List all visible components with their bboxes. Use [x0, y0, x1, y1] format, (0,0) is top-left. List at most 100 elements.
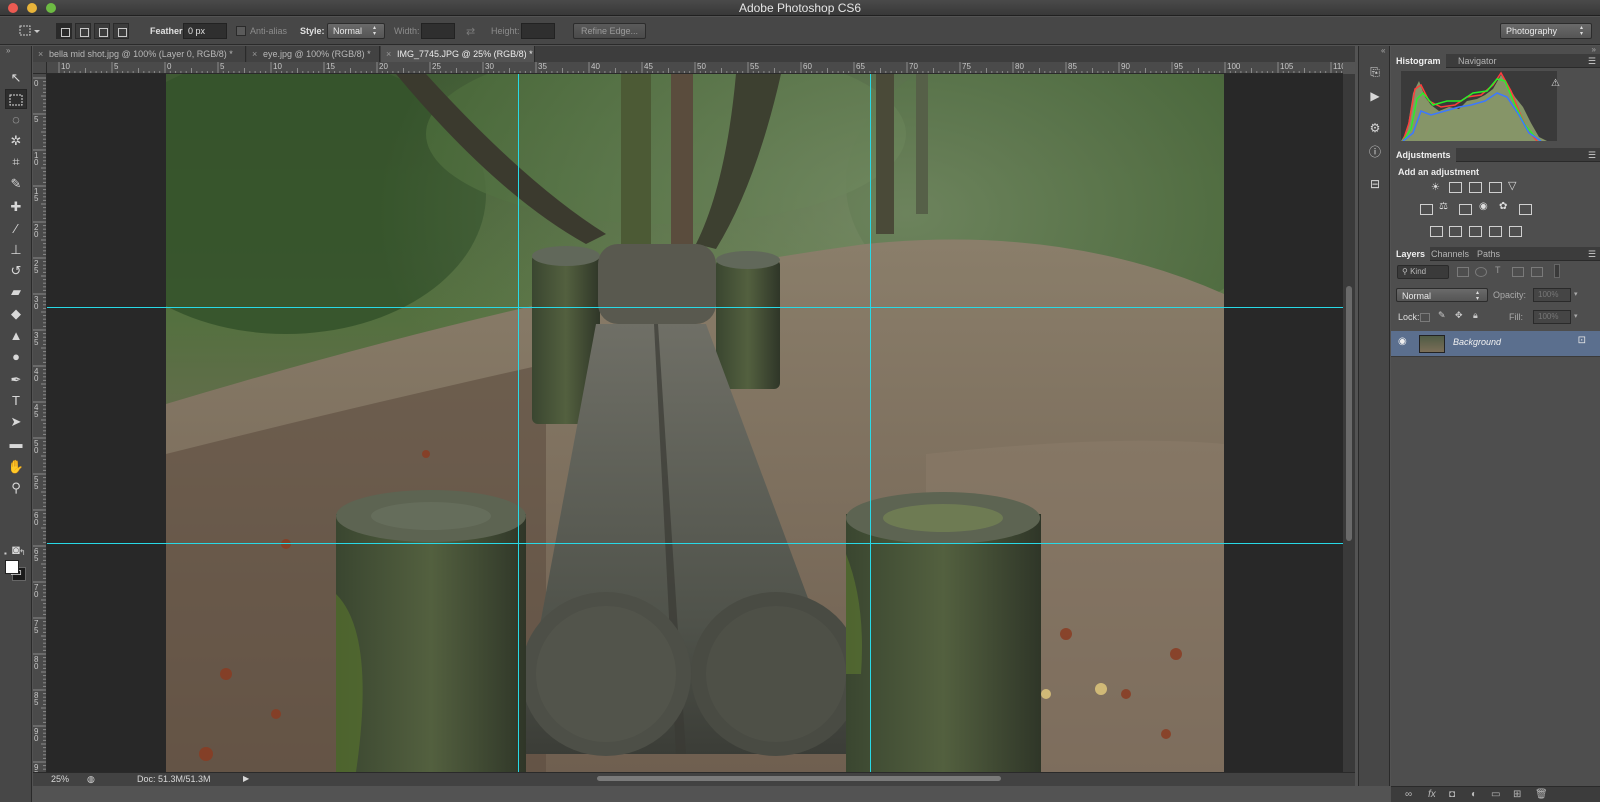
filter-shape-icon[interactable]	[1512, 267, 1524, 277]
clone-stamp-tool-icon[interactable]: ⊥	[5, 240, 27, 260]
curves-icon[interactable]	[1469, 182, 1482, 193]
info-panel-icon[interactable]: ⓘ	[1367, 144, 1383, 160]
zoom-tool-icon[interactable]: ⚲	[5, 478, 27, 498]
hue-saturation-icon[interactable]	[1420, 204, 1433, 215]
history-brush-tool-icon[interactable]: ↺	[5, 261, 27, 281]
guide-horizontal-bottom[interactable]	[47, 543, 1343, 544]
new-adjustment-layer-icon[interactable]: ◐	[1471, 789, 1477, 800]
guide-vertical-left[interactable]	[518, 74, 519, 772]
width-input[interactable]	[421, 23, 455, 39]
brightness-contrast-icon[interactable]: ☀	[1431, 182, 1440, 193]
vertical-scrollbar[interactable]	[1343, 74, 1355, 772]
fill-dropdown-icon[interactable]: ▾	[1574, 312, 1578, 320]
collapse-tools-icon[interactable]: »	[6, 46, 10, 55]
blend-mode-select[interactable]: Normal	[1396, 288, 1488, 302]
dodge-tool-icon[interactable]: ●	[5, 347, 27, 367]
filter-type-icon[interactable]: T	[1495, 265, 1501, 275]
healing-brush-tool-icon[interactable]: ✚	[5, 197, 27, 217]
workspace-select[interactable]: Photography	[1500, 23, 1592, 39]
filter-kind-select[interactable]: ⚲ Kind	[1397, 265, 1449, 279]
tool-presets-icon[interactable]: ⊟	[1367, 176, 1383, 192]
lasso-tool-icon[interactable]: ◌	[5, 110, 27, 130]
quick-selection-tool-icon[interactable]: ✲	[5, 131, 27, 151]
crop-tool-icon[interactable]: ⌗	[5, 152, 27, 172]
close-tab-icon[interactable]: ×	[386, 46, 391, 62]
channel-mixer-icon[interactable]: ✿	[1499, 201, 1507, 212]
visibility-eye-icon[interactable]: ◉	[1398, 336, 1407, 347]
tab-channels[interactable]: Channels	[1426, 247, 1474, 261]
layer-style-icon[interactable]: fx	[1428, 789, 1436, 800]
actions-panel-icon[interactable]: ▶	[1367, 88, 1383, 104]
path-selection-tool-icon[interactable]: ➤	[5, 412, 27, 432]
doc-tab-bella-mid-shot[interactable]: × bella mid shot.jpg @ 100% (Layer 0, RG…	[33, 46, 246, 62]
horizontal-ruler[interactable]: 10 5 0 5 10 15 20 25 30 35 40 45 50 55 60 65 70 75 80 85 90 9…	[47, 62, 1343, 74]
lock-position-icon[interactable]: ✥	[1455, 310, 1463, 321]
swap-dimensions-icon[interactable]: ⇄	[466, 25, 475, 38]
properties-panel-icon[interactable]: ⚙	[1367, 120, 1383, 136]
tab-layers[interactable]: Layers	[1391, 247, 1431, 261]
height-input[interactable]	[521, 23, 555, 39]
panel-menu-icon[interactable]: ☰	[1588, 247, 1596, 261]
brush-tool-icon[interactable]: ∕	[5, 219, 27, 239]
status-arrow-icon[interactable]: ▶	[243, 774, 249, 783]
feather-input[interactable]: 0 px	[183, 23, 227, 39]
zoom-level[interactable]: 25%	[51, 774, 69, 784]
ruler-origin[interactable]	[33, 62, 47, 74]
new-layer-icon[interactable]: ⊞	[1513, 789, 1521, 800]
black-white-icon[interactable]	[1459, 204, 1472, 215]
blur-tool-icon[interactable]: ▲	[5, 326, 27, 346]
eraser-tool-icon[interactable]: ▰	[5, 282, 27, 302]
close-tab-icon[interactable]: ×	[252, 46, 257, 62]
link-layers-icon[interactable]: ∞	[1405, 789, 1412, 800]
refine-edge-button[interactable]: Refine Edge...	[573, 23, 647, 39]
filter-smart-object-icon[interactable]	[1531, 267, 1543, 277]
vibrance-icon[interactable]: ▽	[1508, 179, 1516, 192]
hand-tool-icon[interactable]: ✋	[5, 457, 27, 477]
opacity-input[interactable]: 100%	[1533, 288, 1571, 302]
layer-row-background[interactable]: ◉ Background ⊡	[1391, 331, 1600, 357]
new-selection-button[interactable]	[56, 23, 72, 39]
delete-layer-icon[interactable]: 🗑︎	[1535, 789, 1548, 800]
new-group-icon[interactable]: ▭	[1491, 789, 1500, 800]
filter-adjustment-icon[interactable]	[1475, 267, 1487, 277]
levels-icon[interactable]	[1449, 182, 1462, 193]
lock-transparent-icon[interactable]	[1420, 313, 1430, 322]
marquee-preset-picker[interactable]	[18, 17, 40, 45]
filter-toggle-icon[interactable]	[1554, 264, 1560, 278]
quick-mask-icon[interactable]: ◙	[5, 540, 27, 560]
color-balance-icon[interactable]: ⚖	[1439, 201, 1448, 212]
layer-lock-icon[interactable]: ⊡	[1578, 335, 1586, 346]
doc-tab-img-7745[interactable]: × IMG_7745.JPG @ 25% (RGB/8) *	[381, 46, 535, 62]
tab-navigator[interactable]: Navigator	[1453, 54, 1502, 68]
vertical-scroll-thumb[interactable]	[1346, 286, 1352, 541]
gradient-map-icon[interactable]	[1509, 226, 1522, 237]
panel-menu-icon[interactable]: ☰	[1588, 148, 1596, 162]
histogram-warning-icon[interactable]: ⚠	[1551, 78, 1560, 89]
guide-vertical-right[interactable]	[870, 74, 871, 772]
photo-filter-icon[interactable]: ◉	[1479, 201, 1488, 212]
threshold-icon[interactable]	[1469, 226, 1482, 237]
tab-adjustments[interactable]: Adjustments	[1391, 148, 1456, 162]
eyedropper-tool-icon[interactable]: ✎	[5, 174, 27, 194]
type-tool-icon[interactable]: T	[5, 391, 27, 411]
horizontal-scroll-thumb[interactable]	[597, 776, 1001, 781]
panel-menu-icon[interactable]: ☰	[1588, 54, 1596, 68]
status-menu-icon[interactable]: ◍	[87, 774, 95, 785]
close-window-button[interactable]	[8, 3, 18, 13]
intersect-selection-button[interactable]	[113, 23, 129, 39]
exposure-icon[interactable]	[1489, 182, 1502, 193]
history-panel-icon[interactable]: ⎘	[1367, 64, 1383, 80]
foreground-color-swatch[interactable]	[5, 560, 19, 574]
add-to-selection-button[interactable]	[75, 23, 91, 39]
tab-paths[interactable]: Paths	[1472, 247, 1505, 261]
selective-color-icon[interactable]	[1489, 226, 1502, 237]
style-select[interactable]: Normal	[327, 23, 385, 39]
collapse-panels-icon[interactable]: »	[1592, 45, 1596, 54]
move-tool-icon[interactable]: ↖	[5, 68, 27, 88]
filter-pixel-icon[interactable]	[1457, 267, 1469, 277]
invert-icon[interactable]	[1430, 226, 1443, 237]
lock-all-icon[interactable]: 🔒︎	[1473, 310, 1478, 321]
guide-horizontal-top[interactable]	[47, 307, 1343, 308]
subtract-from-selection-button[interactable]	[94, 23, 110, 39]
minimize-window-button[interactable]	[27, 3, 37, 13]
